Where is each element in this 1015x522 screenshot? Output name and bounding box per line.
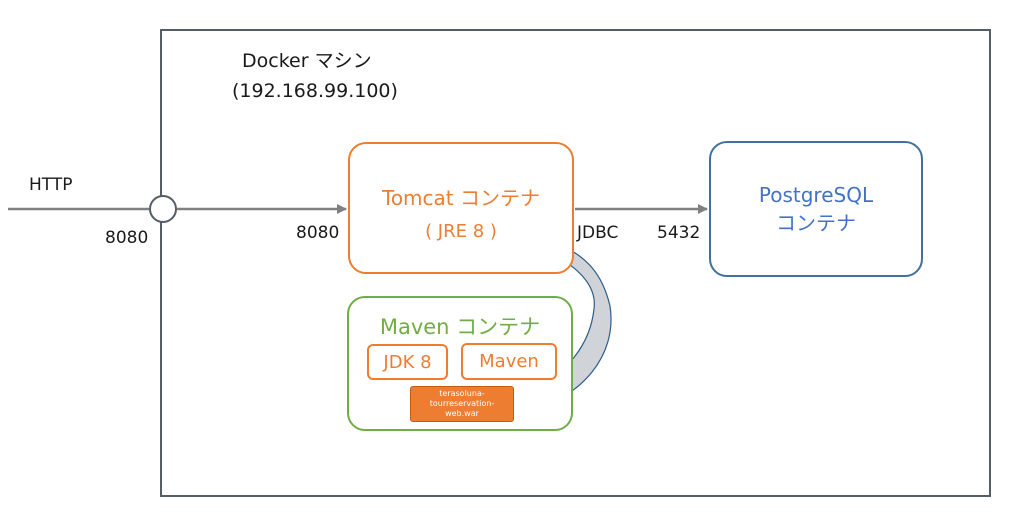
http-label: HTTP	[29, 175, 73, 195]
maven-tool-box: Maven	[461, 343, 557, 380]
postgres-port-label: 5432	[657, 223, 701, 243]
outer-port-label: 8080	[105, 228, 149, 248]
jdbc-label: JDBC	[577, 223, 619, 243]
postgres-subtitle: コンテナ	[776, 211, 856, 235]
tomcat-runtime: ( JRE 8 )	[425, 221, 497, 242]
tomcat-port-label: 8080	[296, 223, 340, 243]
maven-title: Maven コンテナ	[379, 315, 541, 339]
tomcat-title: Tomcat コンテナ	[382, 186, 540, 210]
tomcat-container: Tomcat コンテナ ( JRE 8 )	[348, 142, 574, 274]
port-mapping-circle	[149, 195, 177, 223]
war-artifact: terasoluna-tourreservation-web.war	[410, 386, 514, 422]
postgres-container: PostgreSQL コンテナ	[709, 141, 923, 277]
jdk-box: JDK 8	[367, 344, 448, 380]
postgres-title: PostgreSQL	[758, 183, 874, 207]
